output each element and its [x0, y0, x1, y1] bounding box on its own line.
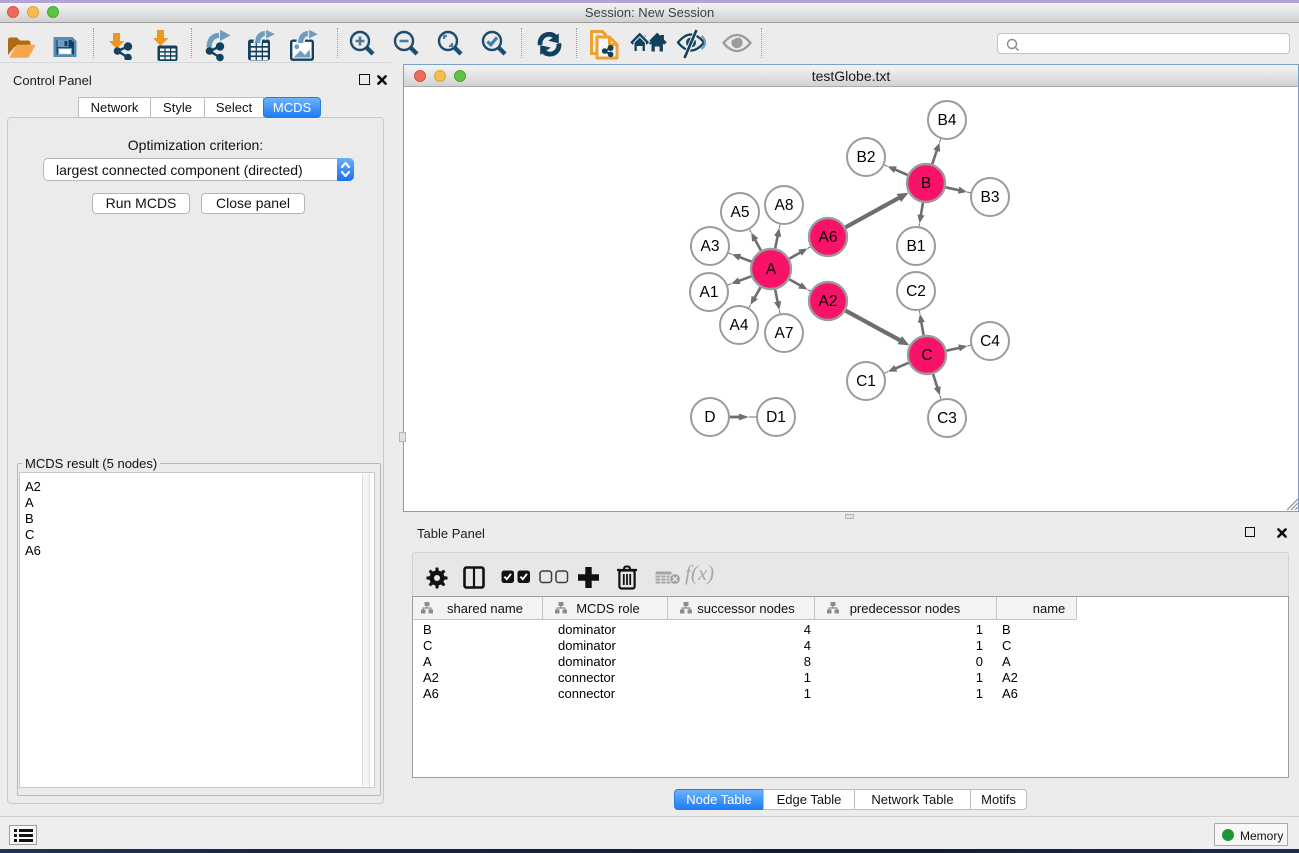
svg-text:A6: A6 [423, 686, 439, 701]
svg-text:1: 1 [804, 670, 811, 685]
svg-text:1: 1 [976, 686, 983, 701]
svg-text:C: C [423, 638, 432, 653]
svg-text:B4: B4 [938, 112, 957, 129]
svg-text:shared name: shared name [447, 601, 523, 616]
svg-text:B: B [921, 175, 931, 192]
svg-text:B: B [423, 622, 432, 637]
svg-text:4: 4 [804, 622, 811, 637]
svg-text:successor nodes: successor nodes [697, 601, 795, 616]
svg-text:A3: A3 [701, 238, 720, 255]
svg-text:A1: A1 [700, 284, 719, 301]
svg-text:D1: D1 [766, 409, 786, 426]
svg-text:C1: C1 [856, 373, 876, 390]
svg-text:4: 4 [804, 638, 811, 653]
svg-text:C2: C2 [906, 283, 926, 300]
svg-text:A7: A7 [775, 325, 794, 342]
svg-text:D: D [704, 409, 715, 426]
svg-text:1: 1 [976, 670, 983, 685]
svg-text:A2: A2 [423, 670, 439, 685]
svg-text:A2: A2 [1002, 670, 1018, 685]
svg-text:A4: A4 [730, 317, 749, 334]
svg-text:A6: A6 [1002, 686, 1018, 701]
svg-text:B: B [1002, 622, 1011, 637]
svg-text:connector: connector [558, 686, 616, 701]
svg-text:0: 0 [976, 654, 983, 669]
svg-text:1: 1 [804, 686, 811, 701]
svg-text:connector: connector [558, 670, 616, 685]
svg-text:dominator: dominator [558, 638, 616, 653]
svg-text:A: A [766, 261, 777, 278]
svg-text:1: 1 [976, 622, 983, 637]
svg-text:A: A [1002, 654, 1011, 669]
svg-text:dominator: dominator [558, 654, 616, 669]
svg-text:C: C [921, 347, 932, 364]
svg-text:MCDS role: MCDS role [576, 601, 640, 616]
svg-text:predecessor nodes: predecessor nodes [850, 601, 961, 616]
svg-text:B1: B1 [907, 238, 926, 255]
svg-text:A2: A2 [819, 293, 838, 310]
svg-text:1: 1 [976, 638, 983, 653]
svg-text:B3: B3 [981, 189, 1000, 206]
svg-text:A5: A5 [731, 204, 750, 221]
svg-text:A: A [423, 654, 432, 669]
svg-text:C3: C3 [937, 410, 957, 427]
svg-text:A8: A8 [775, 197, 794, 214]
svg-text:B2: B2 [857, 149, 876, 166]
svg-text:A6: A6 [819, 229, 838, 246]
svg-text:8: 8 [804, 654, 811, 669]
svg-text:C: C [1002, 638, 1011, 653]
svg-text:name: name [1033, 601, 1066, 616]
svg-text:C4: C4 [980, 333, 1000, 350]
svg-text:dominator: dominator [558, 622, 616, 637]
